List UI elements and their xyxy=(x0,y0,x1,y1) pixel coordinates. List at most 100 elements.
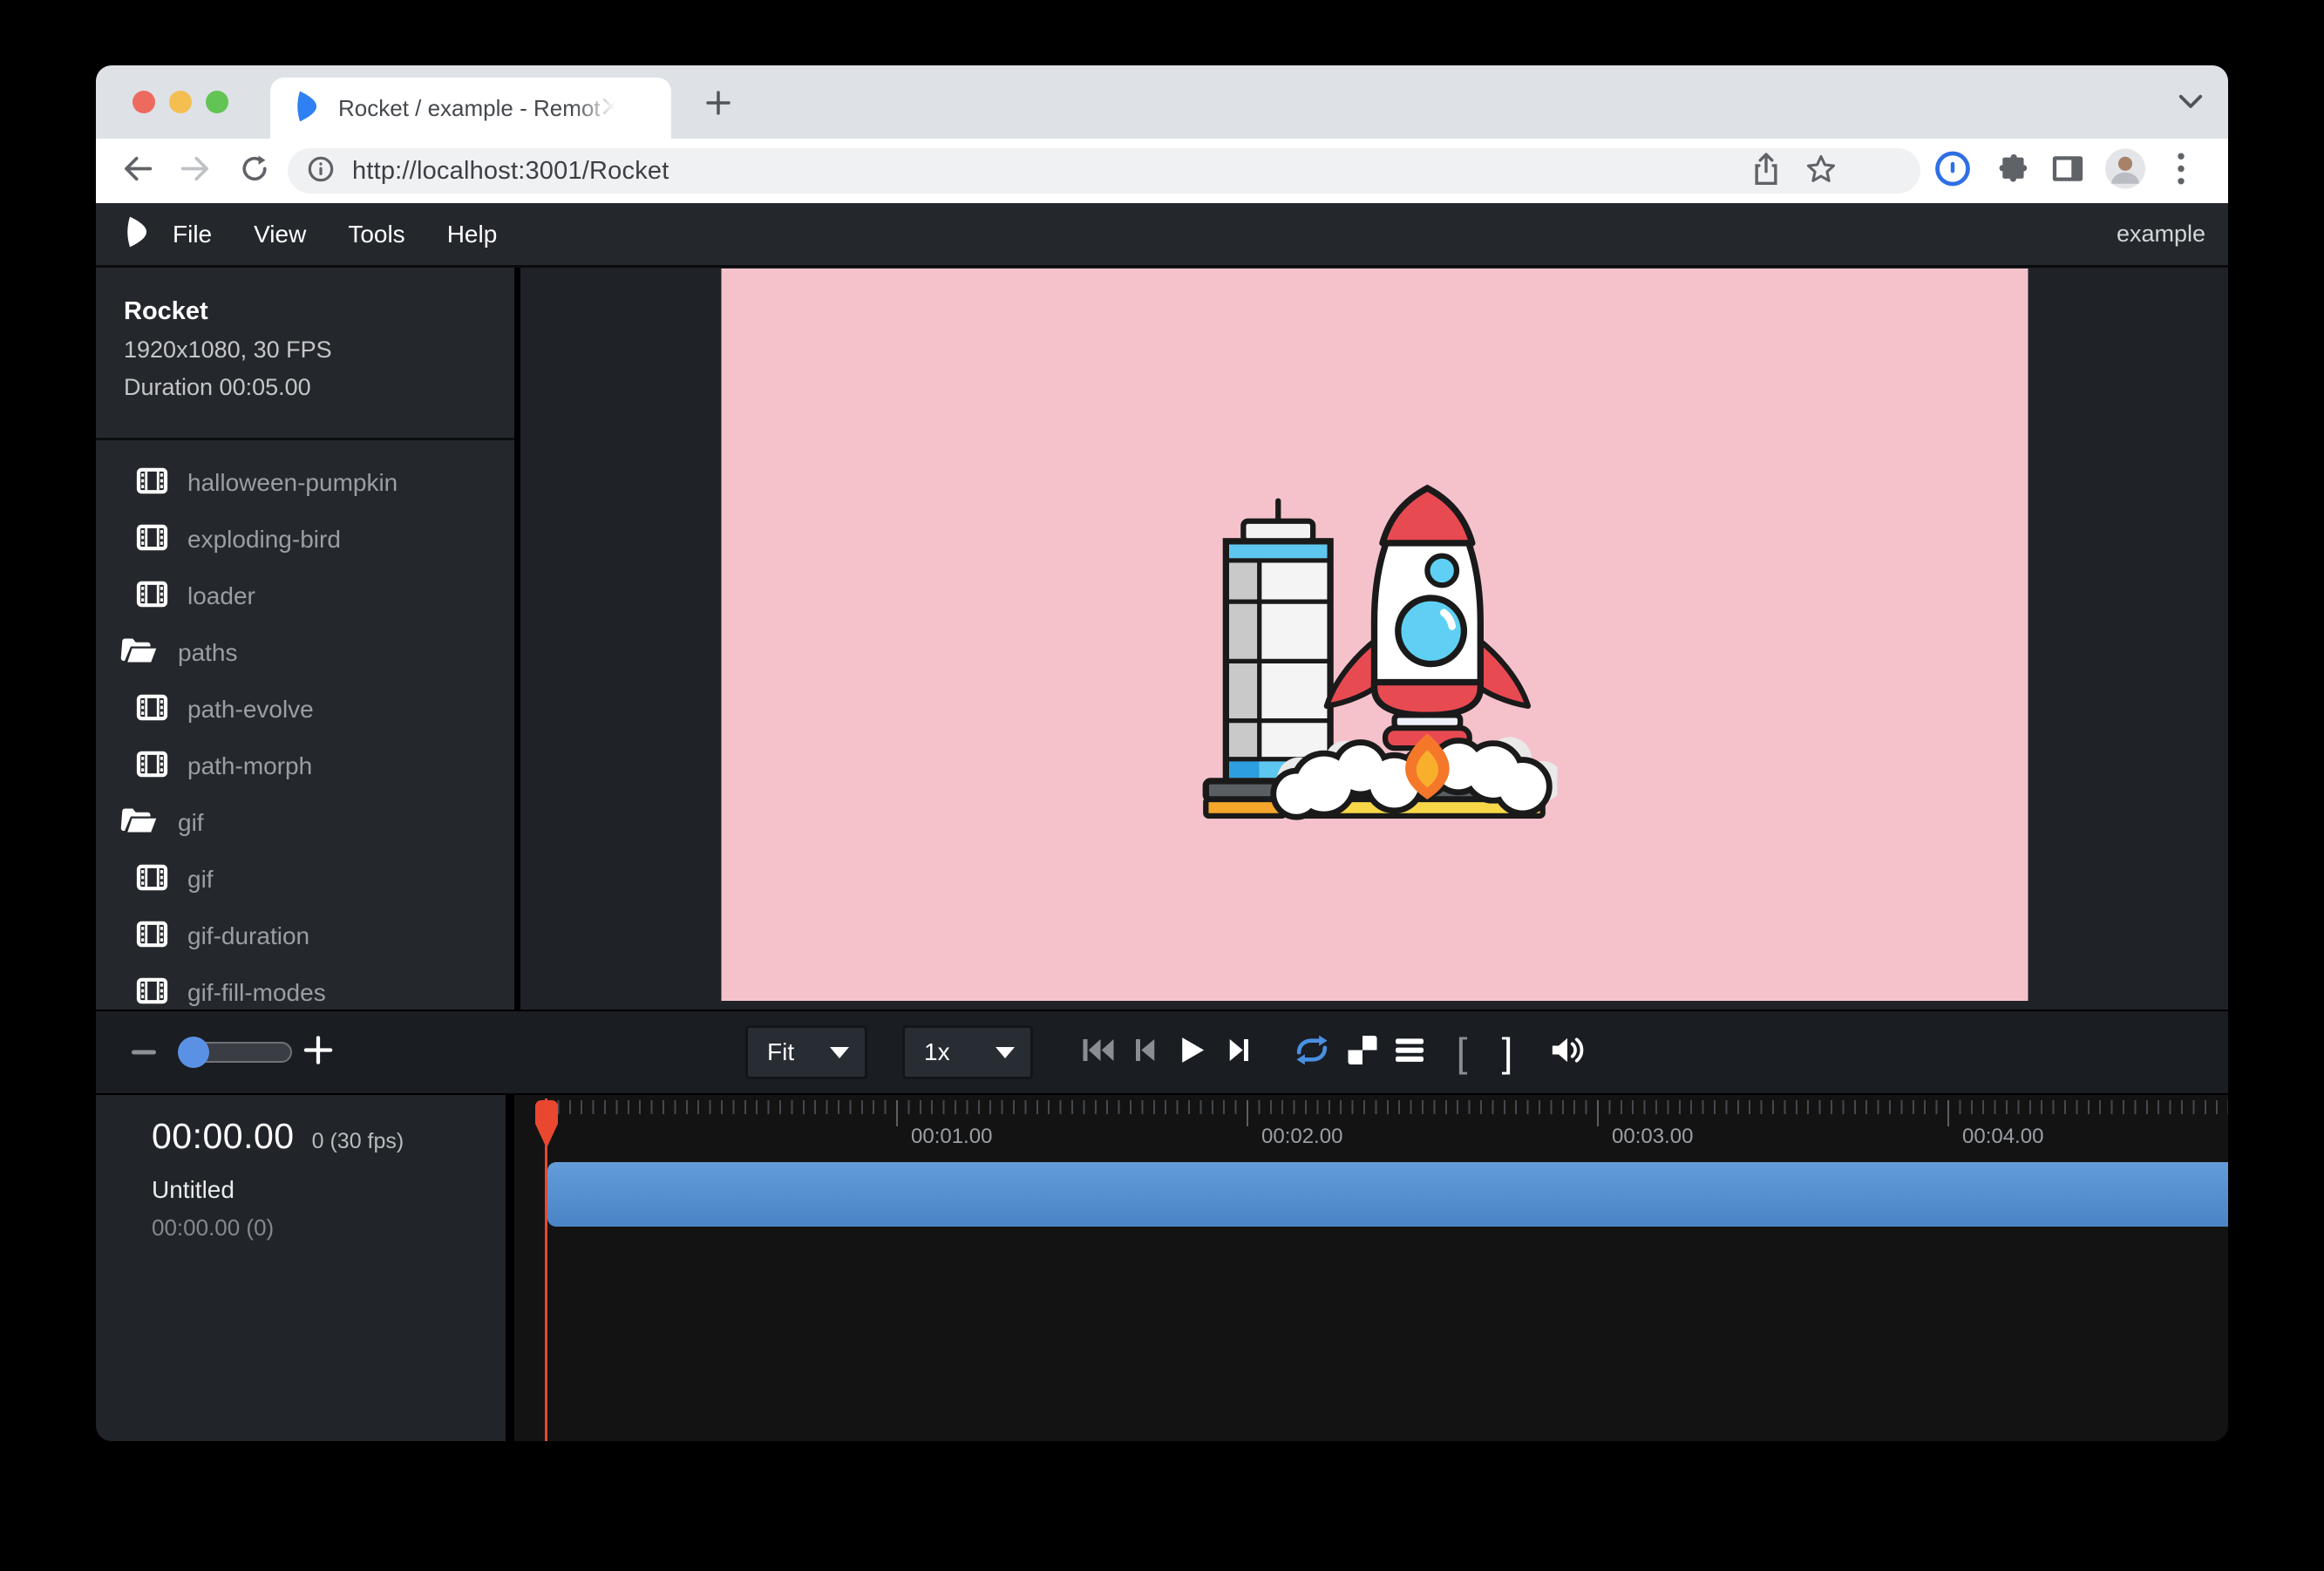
video-canvas xyxy=(721,269,2028,1001)
film-icon xyxy=(136,751,168,782)
play-icon[interactable] xyxy=(1179,1036,1206,1070)
sidebar-folder-paths[interactable]: paths xyxy=(96,624,514,681)
composition-resolution: 1920x1080, 30 FPS xyxy=(124,337,514,364)
sidebar-item-label: loader xyxy=(187,582,255,610)
out-point-icon[interactable]: ] xyxy=(1502,1032,1513,1072)
sidebar-item-label: gif-fill-modes xyxy=(187,979,326,1007)
preview-pane xyxy=(520,268,2228,1010)
browser-window: Rocket / example - Remotion P http:/ xyxy=(96,65,2228,1441)
film-icon xyxy=(136,581,168,612)
browser-tab[interactable]: Rocket / example - Remotion P xyxy=(270,78,671,139)
current-frame-display: 0 (30 fps) xyxy=(312,1129,404,1154)
ruler-label: 00:03.00 xyxy=(1612,1125,1693,1149)
side-panel-icon[interactable] xyxy=(2050,153,2085,189)
composition-name: Rocket xyxy=(124,297,514,326)
password-manager-extension-icon[interactable] xyxy=(1934,151,1971,192)
film-icon xyxy=(136,467,168,499)
menu-file[interactable]: File xyxy=(152,221,233,248)
sidebar-item-label: gif-duration xyxy=(187,922,309,950)
sidebar-item-path-evolve[interactable]: path-evolve xyxy=(96,681,514,738)
close-window-button[interactable] xyxy=(133,91,155,113)
menu-tools[interactable]: Tools xyxy=(327,221,425,248)
project-name-label: example xyxy=(2117,221,2205,248)
zoom-in-button[interactable] xyxy=(303,1036,333,1070)
compositions-sidebar: Rocket 1920x1080, 30 FPS Duration 00:05.… xyxy=(96,268,520,1010)
sidebar-item-label: gif xyxy=(178,809,204,837)
film-icon xyxy=(136,694,168,725)
remotion-logo[interactable] xyxy=(124,215,152,253)
loop-icon[interactable] xyxy=(1292,1035,1332,1071)
sidebar-item-label: path-evolve xyxy=(187,696,314,724)
sidebar-item-label: halloween-pumpkin xyxy=(187,469,398,497)
playback-rate-value: 1x xyxy=(924,1038,950,1066)
track-range: 00:00.00 (0) xyxy=(152,1214,506,1241)
extensions-puzzle-icon[interactable] xyxy=(1994,152,2029,191)
jump-to-start-icon[interactable] xyxy=(1081,1037,1116,1068)
url-text[interactable]: http://localhost:3001/Rocket xyxy=(352,157,669,186)
address-bar[interactable]: http://localhost:3001/Rocket xyxy=(288,148,1920,194)
new-tab-button[interactable] xyxy=(704,89,732,121)
tab-search-chevron-icon[interactable] xyxy=(2178,92,2204,117)
next-frame-icon[interactable] xyxy=(1227,1037,1253,1068)
sidebar-item-gif[interactable]: gif xyxy=(96,851,514,908)
back-icon[interactable] xyxy=(123,156,153,187)
sidebar-item-halloween-pumpkin[interactable]: halloween-pumpkin xyxy=(96,454,514,511)
tab-strip: Rocket / example - Remotion P xyxy=(96,65,2228,139)
browser-toolbar: http://localhost:3001/Rocket xyxy=(96,139,2228,203)
in-point-icon[interactable]: [ xyxy=(1457,1032,1468,1072)
reload-icon[interactable] xyxy=(240,154,269,188)
profile-avatar[interactable] xyxy=(2105,149,2145,194)
sidebar-item-loader[interactable]: loader xyxy=(96,568,514,624)
ruler-label: 00:01.00 xyxy=(911,1125,992,1149)
timeline-sequence-bar[interactable] xyxy=(547,1162,2228,1227)
current-time-display: 00:00.00 xyxy=(152,1116,295,1157)
chevron-down-icon xyxy=(830,1047,849,1058)
tab-title-fade xyxy=(574,90,626,128)
forward-icon[interactable] xyxy=(180,156,210,187)
menu-view[interactable]: View xyxy=(233,221,327,248)
previous-frame-icon[interactable] xyxy=(1131,1037,1158,1068)
sidebar-item-exploding-bird[interactable]: exploding-bird xyxy=(96,511,514,568)
composition-info: Rocket 1920x1080, 30 FPS Duration 00:05.… xyxy=(96,268,514,440)
sidebar-folder-gif[interactable]: gif xyxy=(96,794,514,851)
remotion-favicon xyxy=(293,90,323,127)
volume-icon[interactable] xyxy=(1550,1034,1585,1071)
timeline-rows-icon[interactable] xyxy=(1394,1037,1425,1069)
rocket-illustration xyxy=(1192,475,1558,833)
size-select[interactable]: Fit xyxy=(745,1025,867,1079)
size-select-value: Fit xyxy=(767,1038,794,1066)
maximize-window-button[interactable] xyxy=(206,91,228,113)
sidebar-item-gif-duration[interactable]: gif-duration xyxy=(96,908,514,964)
ruler-label: 00:02.00 xyxy=(1261,1125,1342,1149)
sidebar-item-gif-fill-modes[interactable]: gif-fill-modes xyxy=(96,964,514,1010)
timeline-info: 00:00.00 0 (30 fps) Untitled 00:00.00 (0… xyxy=(96,1095,506,1441)
playback-rate-select[interactable]: 1x xyxy=(902,1025,1033,1079)
ruler-second-ticks xyxy=(546,1100,2228,1126)
remotion-menu-bar: File View Tools Help example xyxy=(96,203,2228,268)
sidebar-item-path-morph[interactable]: path-morph xyxy=(96,738,514,794)
timeline-tracks[interactable]: 00:01.00 00:02.00 00:03.00 00:04.00 xyxy=(506,1095,2228,1441)
main-area: Rocket 1920x1080, 30 FPS Duration 00:05.… xyxy=(96,268,2228,1010)
sidebar-item-label: paths xyxy=(178,639,238,667)
transparency-checkerboard-icon[interactable] xyxy=(1347,1035,1378,1071)
sidebar-item-label: gif xyxy=(187,866,214,894)
browser-menu-icon[interactable] xyxy=(2176,152,2186,191)
zoom-slider-knob[interactable] xyxy=(178,1037,209,1068)
folder-open-icon xyxy=(120,806,157,839)
composition-duration: Duration 00:05.00 xyxy=(124,374,514,401)
film-icon xyxy=(136,921,168,952)
film-icon xyxy=(136,864,168,895)
menu-help[interactable]: Help xyxy=(426,221,519,248)
bookmark-star-icon[interactable] xyxy=(1805,153,1837,189)
sidebar-item-label: path-morph xyxy=(187,752,312,780)
tab-title: Rocket / example - Remotion P xyxy=(338,95,600,122)
playhead-handle[interactable] xyxy=(530,1098,563,1158)
track-name: Untitled xyxy=(152,1176,506,1204)
ruler-label: 00:04.00 xyxy=(1962,1125,2043,1149)
zoom-out-button[interactable] xyxy=(132,1051,156,1055)
composition-list: halloween-pumpkin exploding-bird loader … xyxy=(96,440,514,1010)
site-info-icon[interactable] xyxy=(307,155,335,187)
share-icon[interactable] xyxy=(1751,153,1781,190)
sidebar-item-label: exploding-bird xyxy=(187,526,341,554)
minimize-window-button[interactable] xyxy=(169,91,192,113)
